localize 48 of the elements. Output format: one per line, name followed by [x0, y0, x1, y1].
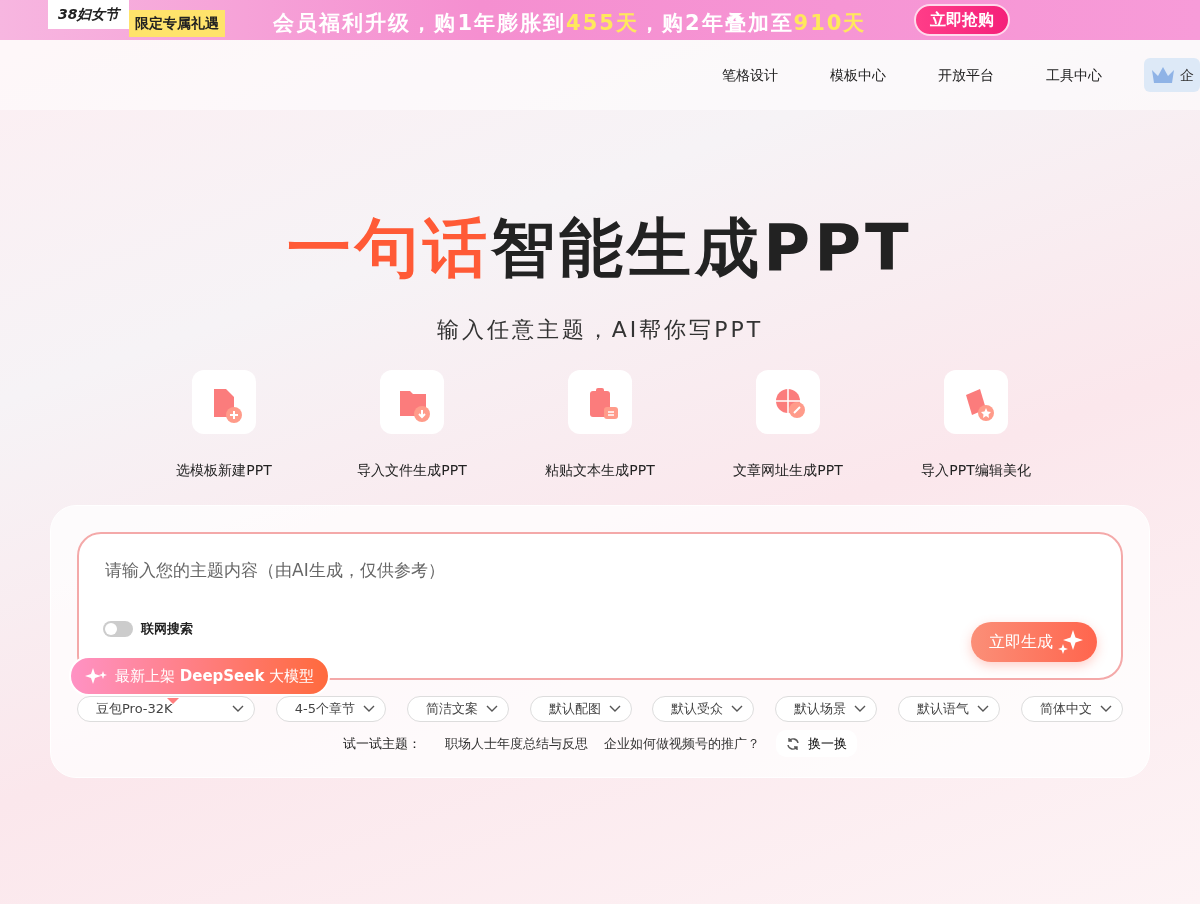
option-dropdown[interactable]: 默认场景	[775, 695, 878, 722]
option-dropdown[interactable]: 4-5个章节	[275, 695, 387, 722]
option-dropdown[interactable]: 简体中文	[1020, 695, 1123, 722]
nav-link[interactable]: 模板中心	[830, 64, 886, 86]
crown-icon	[1150, 65, 1176, 85]
nav-link[interactable]: 工具中心	[1046, 64, 1102, 86]
suggestions-label: 试一试主题：	[343, 734, 421, 753]
mode-label[interactable]: 选模板新建PPT	[176, 459, 272, 481]
option-dropdown[interactable]: 默认配图	[529, 695, 632, 722]
chevron-down-icon	[977, 704, 990, 713]
mode-tile[interactable]	[380, 369, 444, 434]
refresh-button[interactable]: 换一换	[776, 729, 857, 758]
chevron-down-icon	[731, 704, 744, 713]
mode-tile[interactable]	[568, 369, 632, 434]
chevron-down-icon	[608, 704, 621, 713]
promo-message: 会员福利升级，购1年膨胀到455天，购2年叠加至910天	[273, 10, 867, 37]
topic-input-field[interactable]: 请输入您的主题内容（由AI生成，仅供参考）	[103, 555, 1097, 608]
mode-label[interactable]: 导入PPT编辑美化	[921, 459, 1031, 481]
mode-label[interactable]: 文章网址生成PPT	[733, 459, 843, 481]
mode-tile[interactable]	[756, 369, 820, 434]
mode-label[interactable]: 粘贴文本生成PPT	[545, 459, 655, 481]
chevron-down-icon	[485, 704, 498, 713]
option-dropdown[interactable]: 默认语气	[898, 695, 1001, 722]
event-tag: 38妇女节	[48, 0, 130, 29]
chevron-down-icon	[1099, 704, 1112, 713]
option-dropdown[interactable]: 默认受众	[652, 695, 755, 722]
nav-link[interactable]: 笔格设计	[722, 64, 778, 86]
refresh-icon	[786, 736, 800, 751]
mode-label[interactable]: 导入文件生成PPT	[357, 459, 467, 481]
mode-tile[interactable]	[944, 369, 1008, 434]
chevron-down-icon	[854, 704, 867, 713]
offer-tag: 限定专属礼遇	[129, 10, 226, 37]
option-dropdown[interactable]: 豆包Pro-32K	[77, 695, 255, 722]
suggestion-link[interactable]: 职场人士年度总结与反思	[445, 733, 588, 754]
web-search-label: 联网搜索	[141, 619, 193, 638]
option-dropdown[interactable]: 简洁文案	[406, 695, 509, 722]
vip-button[interactable]: 企	[1144, 58, 1200, 92]
chevron-down-icon	[232, 704, 244, 713]
buy-button[interactable]: 立即抢购	[914, 4, 1011, 36]
mode-tile[interactable]	[192, 369, 256, 434]
web-search-toggle[interactable]	[103, 620, 133, 637]
hero-title: 一句话智能生成PPT	[286, 210, 914, 287]
sparkle-icon	[1057, 628, 1083, 655]
sparkle-icon	[85, 666, 107, 685]
nav-link[interactable]: 开放平台	[938, 64, 994, 86]
chevron-down-icon	[363, 704, 376, 713]
hero-subtitle: 输入任意主题，AI帮你写PPT	[435, 315, 765, 344]
suggestion-link[interactable]: 企业如何做视频号的推广？	[604, 733, 760, 754]
